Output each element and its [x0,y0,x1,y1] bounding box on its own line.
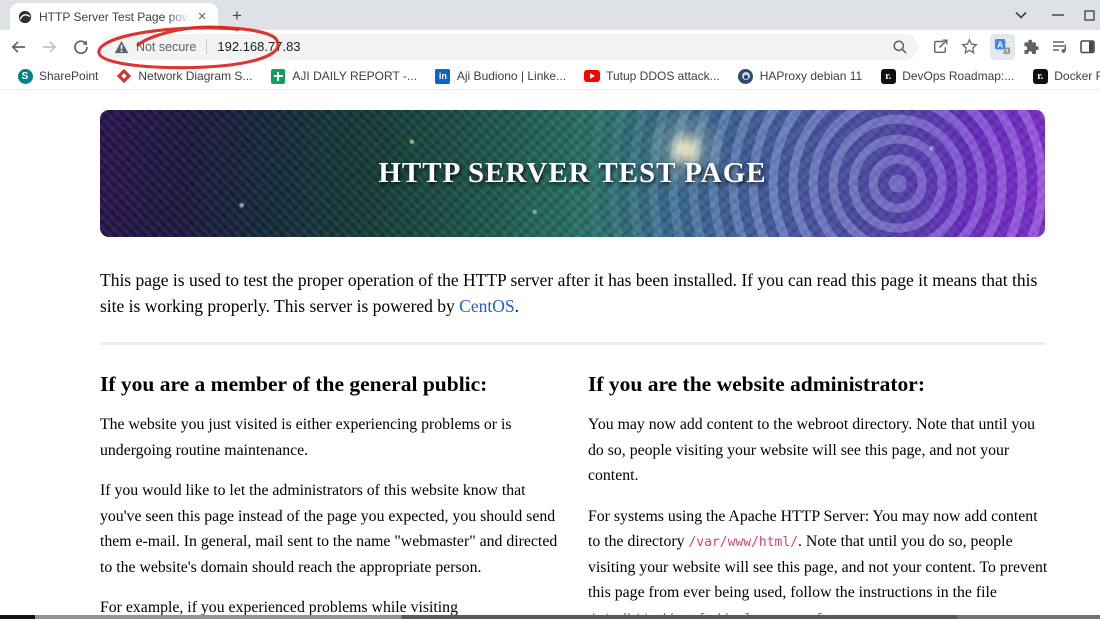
tab-close-icon[interactable]: ✕ [194,10,210,23]
linkedin-icon: in [435,68,451,84]
reload-button[interactable] [69,34,94,60]
not-secure-warning-icon[interactable] [114,40,129,54]
minimize-button[interactable] [1038,0,1078,30]
horizontal-divider [100,342,1045,345]
bookmark-devops-roadmap[interactable]: r. DevOps Roadmap:... [871,65,1023,87]
security-label[interactable]: Not secure [136,40,196,54]
maximize-button[interactable] [1078,0,1100,30]
two-column-section: If you are a member of the general publi… [100,372,1048,615]
new-tab-button[interactable]: + [228,7,246,25]
google-sheets-icon [270,68,286,84]
public-paragraph-3: For example, if you experienced problems… [100,599,458,615]
apache-webroot-path-code: /var/www/html/ [688,535,799,551]
bookmarks-bar: S SharePoint Network Diagram S... AJI DA… [0,63,1100,90]
window-controls [1004,0,1100,30]
address-bar[interactable]: Not secure 192.168.77.83 [101,33,919,60]
roadmap-icon: r. [880,68,896,84]
intro-paragraph: This page is used to test the proper ope… [100,270,1038,317]
admin-paragraph-1: You may now add content to the webroot d… [588,416,1036,485]
zoom-level-icon[interactable] [892,39,908,55]
bookmark-sharepoint[interactable]: S SharePoint [8,65,107,87]
bookmark-docker-roadmap[interactable]: r. Docker Roadmap -... [1023,65,1100,87]
haproxy-icon [738,68,754,84]
taskbar-edge-sliver [0,615,1100,619]
forward-button[interactable] [37,34,62,60]
roadmap-icon: r. [1032,68,1048,84]
share-icon[interactable] [928,34,953,60]
bookmark-network-diagram[interactable]: Network Diagram S... [107,65,261,87]
browser-window: HTTP Server Test Page powered ✕ + [0,0,1100,619]
url-text[interactable]: 192.168.77.83 [217,39,300,54]
centos-link[interactable]: CentOS [459,296,514,316]
tab-strip: HTTP Server Test Page powered ✕ + [0,0,1100,30]
general-public-column: If you are a member of the general publi… [100,372,560,615]
public-column-heading: If you are a member of the general publi… [100,372,488,396]
admin-paragraph-2: For systems using the Apache HTTP Server… [588,504,1048,615]
svg-text:A: A [997,40,1003,49]
bookmark-star-icon[interactable] [956,34,981,60]
public-paragraph-1: The website you just visited is either e… [100,416,512,459]
web-page-viewport: HTTP SERVER TEST PAGE This page is used … [0,91,1100,615]
google-translate-icon[interactable]: A a [989,33,1016,60]
tab-title: HTTP Server Test Page powered [39,9,191,24]
extensions-puzzle-icon[interactable] [1018,34,1043,60]
browser-toolbar: Not secure 192.168.77.83 A a [0,30,1100,63]
omnibox-divider [206,39,208,54]
sharepoint-icon: S [17,68,33,84]
bookmark-youtube-ddos[interactable]: Tutup DDOS attack... [575,65,729,87]
bookmark-linkedin[interactable]: in Aji Budiono | Linke... [426,65,575,87]
test-page-banner-image: HTTP SERVER TEST PAGE [100,110,1045,237]
admin-column-heading: If you are the website administrator: [588,372,925,396]
side-panel-icon[interactable] [1075,34,1100,60]
public-paragraph-2: If you would like to let the administrat… [100,482,558,576]
bookmark-haproxy[interactable]: HAProxy debian 11 [729,65,872,87]
bookmark-aji-daily-report[interactable]: AJI DAILY REPORT -... [261,65,425,87]
back-button[interactable] [6,34,31,60]
browser-tab[interactable]: HTTP Server Test Page powered ✕ [10,3,218,30]
youtube-icon [584,68,601,84]
tab-search-chevron-icon[interactable] [1004,0,1038,30]
website-administrator-column: If you are the website administrator: Yo… [588,372,1048,615]
media-playlist-icon[interactable] [1046,34,1071,60]
banner-title: HTTP SERVER TEST PAGE [378,157,767,189]
drawio-icon [116,68,132,84]
svg-text:a: a [1005,48,1009,55]
page-favicon-globe-icon [18,10,32,24]
